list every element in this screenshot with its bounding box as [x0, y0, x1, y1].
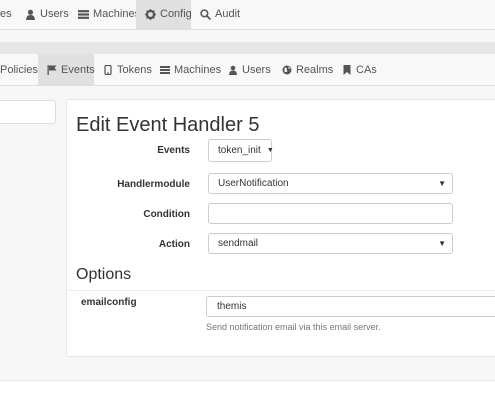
subnav-item-label: CAs — [356, 64, 377, 77]
subnav-item-label: Realms — [296, 64, 334, 77]
action-select[interactable]: sendmail ▼ — [208, 233, 453, 254]
user-icon — [229, 65, 237, 76]
topnav-item-label: Audit — [215, 8, 241, 21]
phone-icon — [104, 65, 112, 76]
gear-icon — [145, 8, 156, 20]
globe-icon — [282, 65, 292, 75]
topnav-item-users[interactable]: Users — [25, 0, 69, 30]
subnav-item-label: Users — [242, 64, 271, 77]
top-navbar: es Users Machines Config Audit — [0, 0, 495, 30]
condition-label: Condition — [143, 209, 190, 220]
separator-band — [0, 42, 495, 54]
emailconfig-label: emailconfig — [81, 297, 137, 308]
config-subnav: Policies Events Tokens Machines Users Re… — [0, 54, 495, 86]
edit-event-handler-panel: Edit Event Handler 5 Events token_init ▼ … — [66, 99, 495, 357]
events-label: Events — [157, 145, 190, 156]
action-select-value: sendmail — [218, 238, 259, 249]
list-icon — [160, 66, 170, 75]
chevron-down-icon: ▼ — [438, 239, 446, 248]
subnav-item-label: Tokens — [117, 64, 152, 77]
topnav-item-audit[interactable]: Audit — [200, 0, 240, 30]
emailconfig-input[interactable]: themis — [206, 296, 495, 317]
search-icon — [200, 8, 211, 20]
chevron-down-icon: ▼ — [438, 179, 446, 188]
topnav-item-machines-partial[interactable]: es — [0, 0, 12, 30]
subnav-item-realms[interactable]: Realms — [282, 54, 333, 86]
handlermodule-select-value: UserNotification — [218, 178, 289, 189]
handlermodule-select[interactable]: UserNotification ▼ — [208, 173, 453, 194]
page-title: Edit Event Handler 5 — [76, 114, 260, 136]
subnav-item-label: Events — [61, 64, 95, 77]
subnav-item-machines[interactable]: Machines — [160, 54, 221, 86]
condition-input[interactable] — [208, 203, 453, 224]
events-dropdown[interactable]: token_init ▼ — [208, 139, 274, 162]
caret-down-icon: ▼ — [266, 147, 274, 154]
topnav-item-label: Config — [160, 8, 192, 21]
subnav-item-policies[interactable]: Policies — [0, 54, 38, 86]
user-icon — [26, 9, 35, 20]
topnav-item-config[interactable]: Config — [136, 0, 192, 30]
left-panel — [0, 100, 56, 124]
emailconfig-help-text: Send notification email via this email s… — [206, 322, 381, 332]
subnav-item-label: Machines — [174, 64, 222, 77]
subnav-item-label: Policies — [0, 64, 38, 77]
options-heading: Options — [76, 266, 132, 283]
subnav-item-cas[interactable]: CAs — [342, 54, 377, 86]
subnav-item-users[interactable]: Users — [228, 54, 271, 86]
flag-icon — [47, 65, 57, 76]
topnav-item-label: Machines — [93, 8, 141, 21]
subnav-item-tokens[interactable]: Tokens — [103, 54, 152, 86]
list-icon — [78, 9, 89, 19]
handlermodule-label: Handlermodule — [117, 179, 190, 190]
topnav-item-label: Users — [40, 8, 69, 21]
footer — [0, 380, 495, 400]
subnav-item-events[interactable]: Events — [38, 54, 95, 86]
topnav-item-label: es — [0, 8, 12, 21]
events-dropdown-value: token_init — [218, 145, 261, 157]
action-label: Action — [158, 239, 190, 250]
bookmark-icon — [343, 65, 351, 76]
options-divider — [67, 290, 495, 291]
topnav-item-machines[interactable]: Machines — [78, 0, 140, 30]
